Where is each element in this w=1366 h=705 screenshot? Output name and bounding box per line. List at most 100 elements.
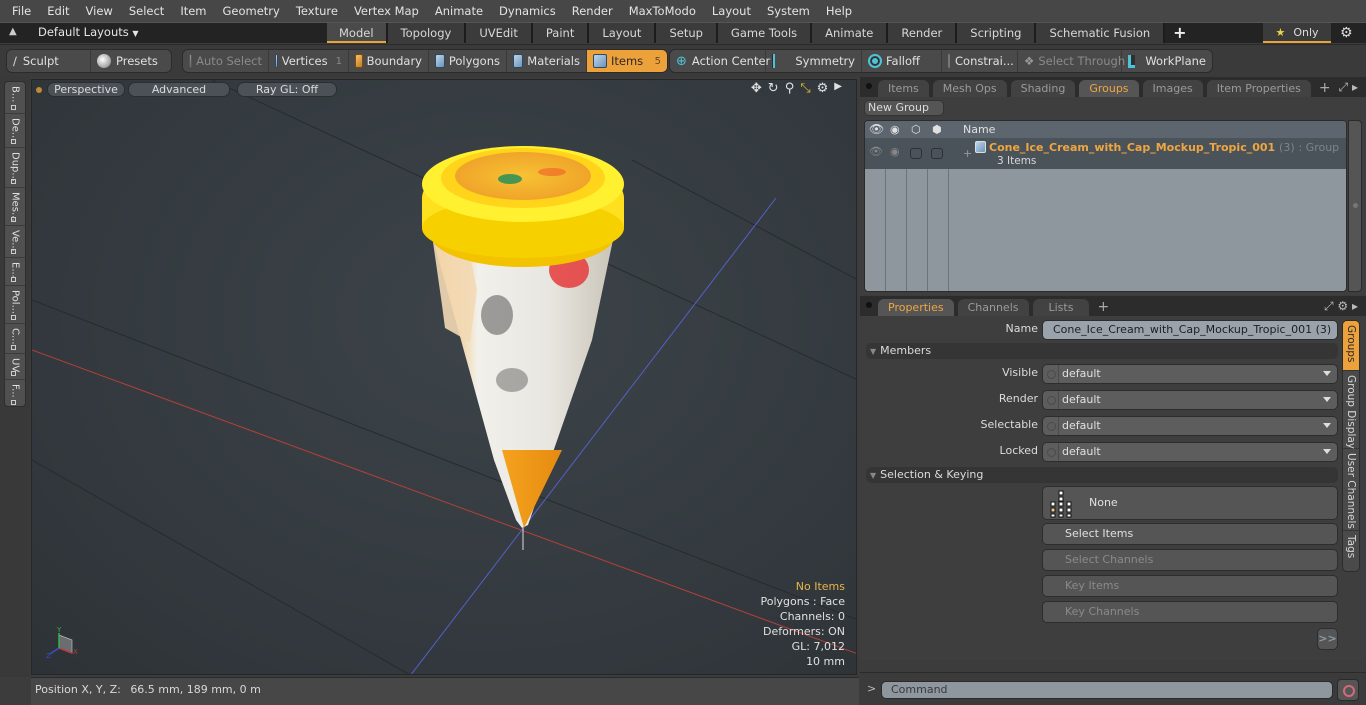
menu-help[interactable]: Help [818, 0, 860, 22]
name-column-header[interactable]: Name [963, 121, 995, 138]
expand-panel-icon[interactable]: ⤢ ▸ [1339, 80, 1358, 95]
visibility-column-icon[interactable]: 👁 [869, 121, 884, 138]
name-input[interactable]: Cone_Ice_Cream_with_Cap_Mockup_Tropic_00… [1042, 320, 1338, 340]
tab-images[interactable]: Images [1142, 80, 1203, 97]
tab-scripting[interactable]: Scripting [957, 23, 1037, 43]
left-tab-mesh-edit[interactable]: Mes... [5, 188, 25, 226]
add-panel-tab-button[interactable]: + [1093, 299, 1113, 316]
left-tab-uv[interactable]: UV [5, 354, 25, 380]
falloff-button[interactable]: Falloff [862, 50, 942, 72]
select-toggle[interactable] [910, 148, 922, 159]
left-tab-curve[interactable]: C... [5, 324, 25, 354]
left-tab-duplicate[interactable]: Dup... [5, 148, 25, 188]
menu-texture[interactable]: Texture [288, 0, 346, 22]
panel-options-icon[interactable]: ⤢ ⚙ ▸ [1324, 299, 1358, 314]
group-name[interactable]: Cone_Ice_Cream_with_Cap_Mockup_Tropic_00… [989, 141, 1339, 154]
3d-viewport[interactable]: Y X Z Perspective Advanced Ray GL: Off ✥… [31, 79, 857, 675]
record-macro-button[interactable] [1337, 679, 1359, 701]
menu-geometry[interactable]: Geometry [215, 0, 288, 22]
expand-group-icon[interactable]: + [963, 147, 972, 160]
symmetry-button[interactable]: Symmetry [766, 50, 862, 72]
side-tab-group-display[interactable]: Group Display [1343, 371, 1359, 449]
tab-game-tools[interactable]: Game Tools [717, 23, 813, 43]
visible-dropdown[interactable]: default [1042, 364, 1338, 384]
left-tab-deform[interactable]: De... [5, 114, 25, 148]
selectable-dropdown[interactable]: default [1042, 416, 1338, 436]
advanced-button[interactable]: Advanced [128, 82, 230, 97]
panel-dot-icon[interactable] [866, 302, 872, 308]
tab-render[interactable]: Render [888, 23, 958, 43]
tab-setup[interactable]: Setup [656, 23, 718, 43]
add-tab-button[interactable]: + [1165, 23, 1194, 43]
menu-layout[interactable]: Layout [704, 0, 759, 22]
panel-dot-icon[interactable] [866, 83, 872, 89]
workplane-button[interactable]: WorkPlane [1122, 50, 1212, 72]
constraints-button[interactable]: Constrai... [942, 50, 1018, 72]
menu-view[interactable]: View [78, 0, 121, 22]
tab-shading[interactable]: Shading [1010, 80, 1076, 97]
polygons-button[interactable]: Polygons [429, 50, 507, 72]
left-tab-basic[interactable]: B... [5, 82, 25, 114]
tab-schematic-fusion[interactable]: Schematic Fusion [1036, 23, 1166, 43]
select-items-button[interactable]: Select Items [1042, 523, 1338, 545]
presets-button[interactable]: Presets [91, 50, 171, 72]
left-tab-polygon[interactable]: Pol... [5, 286, 25, 324]
side-tab-tags[interactable]: Tags [1343, 531, 1359, 571]
menu-dynamics[interactable]: Dynamics [491, 0, 564, 22]
tab-properties[interactable]: Properties [878, 299, 954, 316]
menu-edit[interactable]: Edit [39, 0, 77, 22]
action-center-button[interactable]: ⊕ Action Center [670, 50, 770, 72]
select-through-button[interactable]: ❖ Select Through [1018, 50, 1125, 72]
add-panel-tab-button[interactable]: + [1315, 80, 1335, 97]
tab-layout[interactable]: Layout [589, 23, 657, 43]
render-dropdown[interactable]: default [1042, 390, 1338, 410]
tab-item-properties[interactable]: Item Properties [1206, 80, 1311, 97]
layout-selector[interactable]: Default Layouts ▼ [38, 25, 139, 39]
tab-items[interactable]: Items [878, 80, 929, 97]
menu-maxtomodo[interactable]: MaxToModo [621, 0, 704, 22]
sculpt-button[interactable]: ∕ Sculpt [7, 50, 91, 72]
tab-uvedit[interactable]: UVEdit [466, 23, 533, 43]
key-channels-button[interactable]: Key Channels [1042, 601, 1338, 623]
raygl-button[interactable]: Ray GL: Off [237, 82, 337, 97]
lock-toggle[interactable] [931, 148, 943, 159]
auto-select-button[interactable]: Auto Select [183, 50, 269, 72]
gear-icon[interactable]: ⚙ [1340, 25, 1353, 41]
menu-animate[interactable]: Animate [427, 0, 491, 22]
viewport-status-dot[interactable] [36, 87, 42, 93]
left-tab-vertex[interactable]: Ve... [5, 226, 25, 258]
select-channels-button[interactable]: Select Channels [1042, 549, 1338, 571]
render-toggle-icon[interactable]: ◉ [890, 145, 900, 158]
key-items-button[interactable]: Key Items [1042, 575, 1338, 597]
visibility-toggle-icon[interactable]: 👁 [869, 145, 883, 158]
menu-vertex-map[interactable]: Vertex Map [346, 0, 427, 22]
scroll-handle[interactable] [1353, 203, 1358, 208]
locked-dropdown[interactable]: default [1042, 442, 1338, 462]
only-toggle[interactable]: ★ Only [1263, 23, 1331, 43]
keyframe-icon[interactable] [1047, 422, 1056, 431]
boundary-button[interactable]: Boundary [349, 50, 429, 72]
fit-view-icon[interactable]: ⤡ [800, 81, 810, 96]
command-input[interactable]: Command [881, 681, 1333, 699]
tab-model[interactable]: Model [327, 23, 388, 43]
side-tab-groups[interactable]: Groups [1343, 321, 1359, 371]
group-row[interactable]: 👁 ◉ + Cone_Ice_Cream_with_Cap_Mockup_Tro… [865, 138, 1346, 169]
cone-ice-cream-model[interactable] [422, 146, 624, 528]
new-group-button[interactable]: New Group [864, 100, 944, 116]
groups-list-scrollbar[interactable] [1348, 120, 1362, 292]
items-button[interactable]: Items 5 [587, 50, 667, 72]
keyframe-icon[interactable] [1047, 370, 1056, 379]
zoom-view-icon[interactable]: ⚲ [785, 81, 795, 96]
rotate-view-icon[interactable]: ↻ [768, 81, 779, 96]
more-button[interactable]: >> [1317, 628, 1338, 650]
menu-select[interactable]: Select [121, 0, 172, 22]
tab-topology[interactable]: Topology [387, 23, 467, 43]
materials-button[interactable]: Materials [507, 50, 587, 72]
viewport-settings-icon[interactable]: ⚙ [817, 81, 829, 96]
viewport-menu-arrow-icon[interactable]: ▶ [834, 81, 842, 96]
perspective-button[interactable]: Perspective [47, 82, 125, 97]
left-tab-edge[interactable]: E... [5, 258, 25, 286]
vertices-button[interactable]: Vertices 1 [269, 50, 349, 72]
tab-paint[interactable]: Paint [532, 23, 590, 43]
menu-file[interactable]: File [4, 0, 39, 22]
